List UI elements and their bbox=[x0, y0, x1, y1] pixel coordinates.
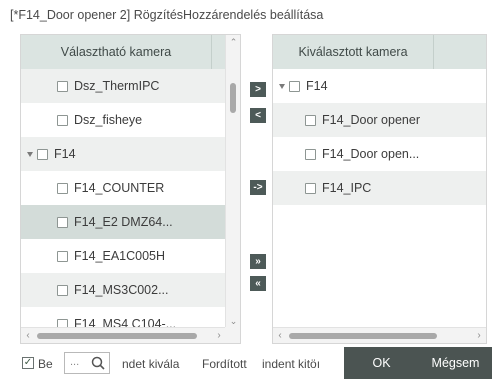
scroll-left-icon[interactable]: ‹ bbox=[21, 328, 35, 343]
checkbox-icon[interactable] bbox=[57, 284, 68, 296]
selected-camera-panel: Kiválasztott kamera F14 F14_Door opener … bbox=[272, 34, 487, 344]
list-item-label: Dsz_fisheye bbox=[74, 113, 143, 127]
search-placeholder: ... bbox=[70, 356, 80, 368]
clear-selection-label[interactable]: indent kitöı bbox=[262, 357, 320, 371]
remove-button[interactable]: < bbox=[250, 108, 266, 123]
checkbox-icon[interactable] bbox=[57, 80, 68, 92]
group-item[interactable]: F14 bbox=[21, 137, 226, 171]
scrollbar-thumb[interactable] bbox=[230, 83, 236, 113]
horizontal-scrollbar[interactable]: ‹ › bbox=[273, 327, 486, 343]
checkbox-icon[interactable] bbox=[305, 114, 316, 126]
scrollbar-thumb[interactable] bbox=[37, 333, 197, 339]
group-item[interactable]: F14 bbox=[273, 69, 486, 103]
list-item-label: F14_EA1C005H bbox=[74, 249, 166, 263]
select-all-label[interactable]: ndet kivála bbox=[122, 357, 179, 371]
scroll-right-icon[interactable]: › bbox=[472, 328, 486, 343]
list-item-selected[interactable]: F14_E2 DMZ64... bbox=[21, 205, 226, 239]
list-item[interactable]: F14_COUNTER bbox=[21, 171, 226, 205]
list-item[interactable]: F14_Door open... bbox=[273, 137, 486, 171]
list-item-label: F14_COUNTER bbox=[74, 181, 165, 195]
checkbox-icon[interactable] bbox=[305, 182, 316, 194]
search-icon[interactable] bbox=[91, 356, 105, 370]
header-spacer bbox=[433, 35, 486, 69]
scroll-right-icon[interactable]: › bbox=[212, 328, 226, 343]
list-item[interactable]: Dsz_ThermIPC bbox=[21, 69, 226, 103]
list-item-label: Dsz_ThermIPC bbox=[74, 79, 160, 93]
group-item-label: F14 bbox=[306, 79, 328, 93]
checkbox-icon[interactable] bbox=[57, 114, 68, 126]
available-camera-list: Dsz_ThermIPC Dsz_fisheye F14 F14_COUNTER… bbox=[21, 69, 226, 341]
available-camera-header: Választható kamera bbox=[21, 35, 211, 69]
horizontal-scrollbar[interactable]: ‹ › bbox=[21, 327, 226, 343]
checkbox-icon[interactable] bbox=[37, 148, 48, 160]
add-all-button[interactable]: » bbox=[250, 254, 266, 269]
dialog-footer: ✓ Be ... ndet kivála Fordított indent ki… bbox=[0, 347, 492, 379]
list-item-label: F14_E2 DMZ64... bbox=[74, 215, 173, 229]
add-button[interactable]: > bbox=[250, 82, 266, 97]
add-selected-button[interactable]: -> bbox=[250, 180, 266, 195]
cancel-button[interactable]: Mégsem bbox=[419, 347, 492, 379]
scroll-up-icon[interactable]: ⌃ bbox=[226, 35, 240, 49]
ok-button[interactable]: OK bbox=[344, 347, 419, 379]
list-item-label: F14_IPC bbox=[322, 181, 372, 195]
list-item-label: F14_Door open... bbox=[322, 147, 420, 161]
list-item[interactable]: F14_MS3C002... bbox=[21, 273, 226, 307]
scrollbar-thumb[interactable] bbox=[289, 333, 437, 339]
list-item[interactable]: F14_IPC bbox=[273, 171, 486, 205]
vertical-scrollbar[interactable]: ⌃ ⌄ bbox=[225, 35, 240, 328]
list-item-label: F14_Door opener bbox=[322, 113, 420, 127]
enable-checkbox[interactable]: ✓ bbox=[22, 357, 34, 369]
selected-camera-list: F14 F14_Door opener F14_Door open... F14… bbox=[273, 69, 486, 205]
list-item[interactable]: Dsz_fisheye bbox=[21, 103, 226, 137]
scrollbar-corner bbox=[225, 327, 240, 343]
group-item-label: F14 bbox=[54, 147, 76, 161]
scroll-left-icon[interactable]: ‹ bbox=[273, 328, 287, 343]
search-input[interactable]: ... bbox=[64, 352, 110, 374]
list-item-label: F14_MS3C002... bbox=[74, 283, 169, 297]
checkbox-icon[interactable] bbox=[289, 80, 300, 92]
expand-triangle-icon[interactable] bbox=[279, 83, 285, 89]
checkbox-icon[interactable] bbox=[57, 182, 68, 194]
selected-camera-header: Kiválasztott kamera bbox=[273, 35, 433, 69]
dialog-title: [*F14_Door opener 2] RögzítésHozzárendel… bbox=[10, 8, 324, 22]
checkbox-icon[interactable] bbox=[57, 250, 68, 262]
invert-selection-label[interactable]: Fordított bbox=[202, 357, 247, 371]
enable-checkbox-label: Be bbox=[38, 357, 53, 371]
expand-triangle-icon[interactable] bbox=[27, 151, 33, 157]
remove-all-button[interactable]: « bbox=[250, 276, 266, 291]
list-item[interactable]: F14_Door opener bbox=[273, 103, 486, 137]
available-camera-panel: Választható kamera Dsz_ThermIPC Dsz_fish… bbox=[20, 34, 241, 344]
checkbox-icon[interactable] bbox=[57, 216, 68, 228]
list-item[interactable]: F14_EA1C005H bbox=[21, 239, 226, 273]
scroll-down-icon[interactable]: ⌄ bbox=[226, 314, 240, 328]
checkbox-icon[interactable] bbox=[305, 148, 316, 160]
